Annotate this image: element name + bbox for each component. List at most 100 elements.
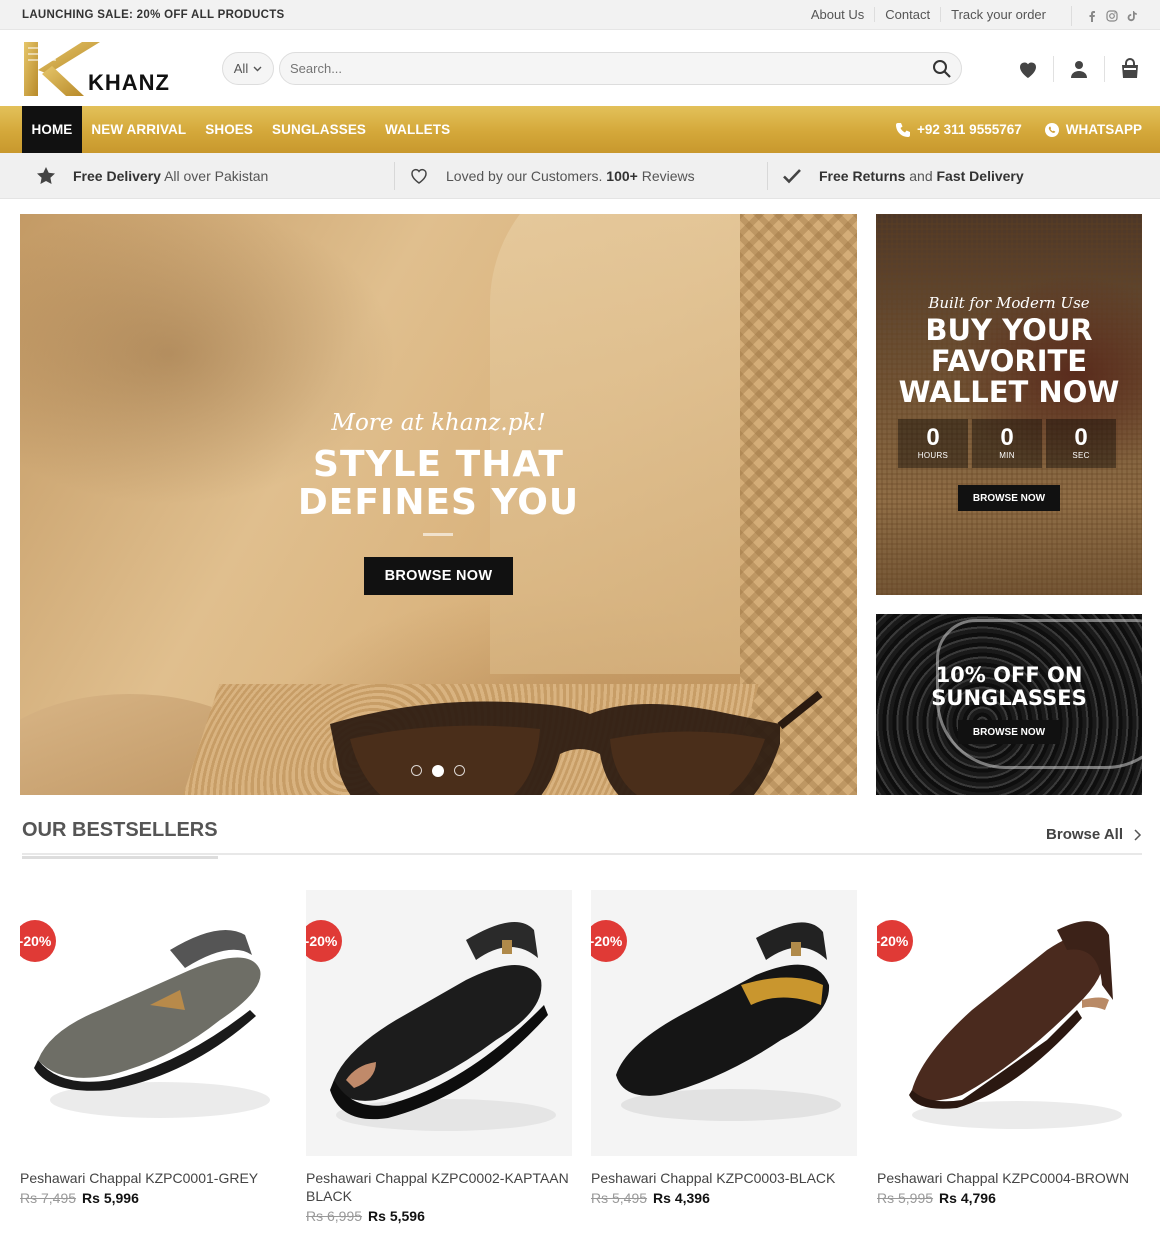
original-price: Rs 6,995 (306, 1208, 363, 1224)
search-icon[interactable] (932, 59, 952, 79)
hero-browse-button[interactable]: BROWSE NOW (364, 557, 513, 595)
slider-dot-3[interactable] (454, 765, 465, 776)
hero-title-line-2: DEFINES YOU (297, 482, 580, 523)
benefit-3-bold2: Fast Delivery (936, 168, 1024, 184)
benefit-free-delivery: Free Delivery All over Pakistan (36, 153, 268, 199)
nav-item-wallets[interactable]: WALLETS (376, 106, 460, 153)
nav-item-shoes[interactable]: SHOES (196, 106, 263, 153)
track-order-link[interactable]: Track your order (940, 7, 1056, 22)
nav-item-home[interactable]: HOME (22, 106, 82, 153)
product-name[interactable]: Peshawari Chappal KZPC0002-KAPTAAN BLACK (306, 1169, 572, 1205)
nav-item-sunglasses[interactable]: SUNGLASSES (263, 106, 376, 153)
khanz-logo[interactable]: KHANZ (22, 40, 192, 98)
social-links (1071, 6, 1138, 26)
hero-content: More at khanz.pk! STYLE THAT DEFINES YOU… (20, 214, 857, 795)
contact-link[interactable]: Contact (874, 7, 940, 22)
sunglasses-banner-title: 10% OFF ON SUNGLASSES (876, 664, 1142, 710)
countdown-seconds: 0 SEC (1046, 419, 1116, 468)
benefit-3-mid: and (905, 168, 937, 184)
countdown-hours-label: HOURS (917, 451, 949, 460)
whatsapp-label: WHATSAPP (1065, 122, 1142, 137)
site-header: KHANZ All (0, 30, 1160, 106)
countdown-timer: 0 HOURS 0 MIN 0 SEC (898, 419, 1116, 468)
countdown-sec-label: SEC (1072, 451, 1090, 460)
about-us-link[interactable]: About Us (801, 7, 874, 22)
wallet-banner[interactable]: Built for Modern Use BUY YOUR FAVORITE W… (876, 214, 1142, 595)
category-select-value: All (233, 61, 249, 76)
benefit-divider (394, 162, 395, 190)
heart-outline-icon (411, 168, 427, 184)
product-card[interactable]: -20% Peshawari Chappal KZPC0002-KAPTAAN … (306, 890, 572, 1225)
facebook-icon[interactable] (1086, 10, 1098, 22)
wallet-banner-title: BUY YOUR FAVORITE WALLET NOW (876, 315, 1142, 408)
hero-title-line-1: STYLE THAT (313, 444, 564, 485)
header-icons (992, 56, 1142, 82)
chevron-right-icon (1134, 828, 1142, 841)
sunglasses-browse-button[interactable]: BROWSE NOW (958, 720, 1060, 744)
hero-title: STYLE THAT DEFINES YOU (20, 446, 857, 522)
countdown-min-label: MIN (999, 451, 1015, 460)
product-card[interactable]: -20% Peshawari Chappal KZPC0003-BLACK Rs… (591, 890, 857, 1207)
hero-divider (423, 533, 453, 536)
category-select[interactable]: All (222, 52, 274, 85)
sale-price: Rs 5,996 (82, 1190, 139, 1206)
bag-icon[interactable] (1118, 57, 1142, 81)
product-name[interactable]: Peshawari Chappal KZPC0004-BROWN (877, 1169, 1143, 1187)
countdown-sec-value: 0 (1074, 424, 1088, 451)
hero-slider[interactable]: More at khanz.pk! STYLE THAT DEFINES YOU… (20, 214, 857, 795)
sunglasses-title-line-2: SUNGLASSES (931, 686, 1087, 710)
benefit-3-bold: Free Returns (819, 168, 906, 184)
product-card[interactable]: -20% Peshawari Chappal KZPC0001-GREY Rs … (20, 890, 286, 1207)
product-image[interactable]: -20% (306, 890, 572, 1156)
chappal-image (616, 922, 841, 1121)
chappal-image (34, 930, 270, 1118)
slider-dot-2[interactable] (432, 765, 444, 777)
benefits-bar: Free Delivery All over Pakistan Loved by… (0, 153, 1160, 199)
sale-announcement: LAUNCHING SALE: 20% OFF ALL PRODUCTS (22, 9, 285, 21)
product-price: Rs 7,495 Rs 5,996 (20, 1189, 286, 1207)
countdown-hours-value: 0 (926, 424, 940, 451)
benefit-2-rest: Reviews (637, 168, 695, 184)
original-price: Rs 7,495 (20, 1190, 77, 1206)
wallet-title-line-1: BUY YOUR (925, 313, 1093, 347)
benefit-divider (767, 162, 768, 190)
user-icon[interactable] (1067, 57, 1091, 81)
slider-dots (411, 765, 465, 777)
main-nav: HOME NEW ARRIVAL SHOES SUNGLASSES WALLET… (0, 106, 1160, 153)
product-card[interactable]: -20% Peshawari Chappal KZPC0004-BROWN Rs… (877, 890, 1143, 1207)
countdown-minutes: 0 MIN (972, 419, 1042, 468)
whatsapp-link[interactable]: WHATSAPP (1044, 122, 1142, 138)
top-bar: LAUNCHING SALE: 20% OFF ALL PRODUCTS Abo… (0, 0, 1160, 30)
browse-all-link[interactable]: Browse All (1046, 826, 1142, 843)
heart-icon[interactable] (1016, 57, 1040, 81)
benefit-2-bold: 100+ (606, 168, 638, 184)
slider-dot-1[interactable] (411, 765, 422, 776)
original-price: Rs 5,995 (877, 1190, 934, 1206)
chappal-image (330, 922, 556, 1131)
product-name[interactable]: Peshawari Chappal KZPC0001-GREY (20, 1169, 286, 1187)
product-image[interactable]: -20% (877, 890, 1143, 1156)
wallet-banner-script: Built for Modern Use (928, 294, 1090, 312)
sunglasses-title-line-1: 10% OFF ON (935, 663, 1083, 687)
product-image[interactable]: -20% (20, 890, 286, 1156)
chevron-down-icon (253, 66, 262, 71)
product-price: Rs 5,995 Rs 4,796 (877, 1189, 1143, 1207)
phone-link[interactable]: +92 311 9555767 (895, 122, 1022, 138)
instagram-icon[interactable] (1106, 10, 1118, 22)
benefit-reviews: Loved by our Customers. 100+ Reviews (409, 153, 695, 199)
product-name[interactable]: Peshawari Chappal KZPC0003-BLACK (591, 1169, 857, 1187)
check-icon (783, 169, 801, 184)
tiktok-icon[interactable] (1126, 10, 1138, 22)
bestsellers-header: OUR BESTSELLERS Browse All (22, 813, 1142, 859)
nav-item-new-arrival[interactable]: NEW ARRIVAL (82, 106, 196, 153)
logo-wordmark: KHANZ (88, 70, 170, 95)
sunglasses-banner[interactable]: 10% OFF ON SUNGLASSES BROWSE NOW (876, 614, 1142, 795)
wallet-title-line-2: FAVORITE (930, 344, 1088, 378)
bestsellers-title: OUR BESTSELLERS (22, 819, 218, 859)
wallet-browse-button[interactable]: BROWSE NOW (958, 485, 1060, 511)
phone-icon (896, 122, 910, 137)
product-image[interactable]: -20% (591, 890, 857, 1156)
nav-menu: HOME NEW ARRIVAL SHOES SUNGLASSES WALLET… (22, 106, 460, 153)
search-input[interactable] (279, 52, 962, 85)
benefit-2-text: Loved by our Customers. (446, 168, 607, 184)
